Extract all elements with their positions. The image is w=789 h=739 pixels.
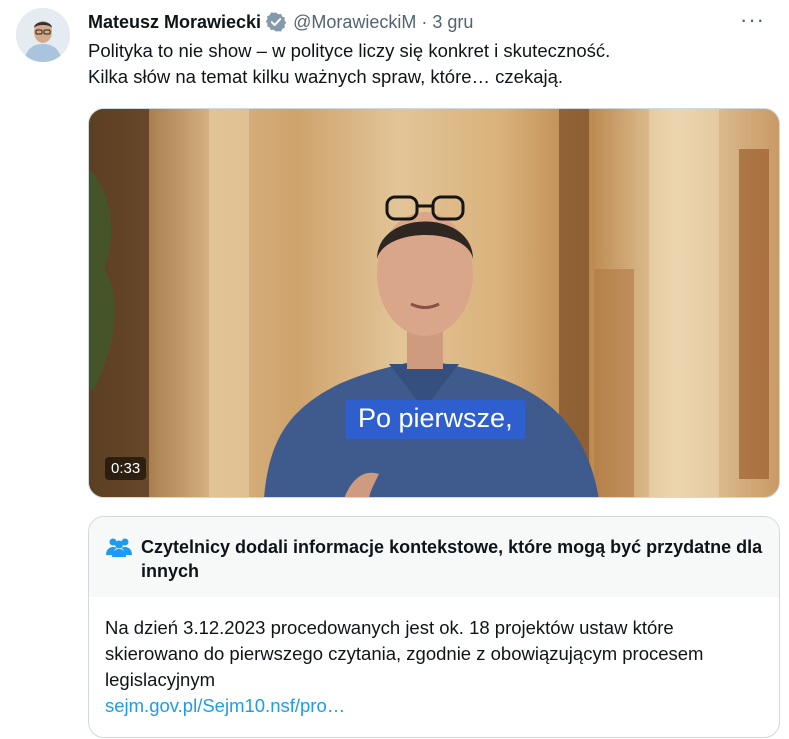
video-player[interactable]: Po pierwsze, 0:33 <box>88 108 780 498</box>
people-icon <box>105 536 133 558</box>
video-thumbnail <box>89 109 769 497</box>
community-note[interactable]: Czytelnicy dodali informacje kontekstowe… <box>88 516 780 738</box>
community-note-body: Na dzień 3.12.2023 procedowanych jest ok… <box>89 597 779 719</box>
author-name[interactable]: Mateusz Morawiecki <box>88 12 261 33</box>
community-note-header: Czytelnicy dodali informacje kontekstowe… <box>89 517 779 597</box>
community-note-text: Na dzień 3.12.2023 procedowanych jest ok… <box>105 617 704 690</box>
verified-badge-icon <box>265 11 287 33</box>
tweet-header: Mateusz Morawiecki @MorawieckiM · 3 gru … <box>88 9 775 34</box>
community-note-link[interactable]: sejm.gov.pl/Sejm10.nsf/pro… <box>105 693 763 719</box>
author-handle[interactable]: @MorawieckiM <box>293 12 416 33</box>
tweet-time[interactable]: 3 gru <box>432 12 473 33</box>
tweet-text: Polityka to nie show – w polityce liczy … <box>88 38 769 90</box>
video-caption: Po pierwsze, <box>346 400 525 439</box>
avatar[interactable] <box>16 8 70 62</box>
tweet[interactable]: Mateusz Morawiecki @MorawieckiM · 3 gru … <box>0 0 789 739</box>
video-duration: 0:33 <box>105 457 147 480</box>
community-note-title: Czytelnicy dodali informacje kontekstowe… <box>141 537 763 581</box>
tweet-text-line: Kilka słów na temat kilku ważnych spraw,… <box>88 66 564 87</box>
separator-dot: · <box>421 11 428 32</box>
tweet-text-line: Polityka to nie show – w polityce liczy … <box>88 40 611 61</box>
more-options-icon[interactable]: ··· <box>740 9 765 31</box>
